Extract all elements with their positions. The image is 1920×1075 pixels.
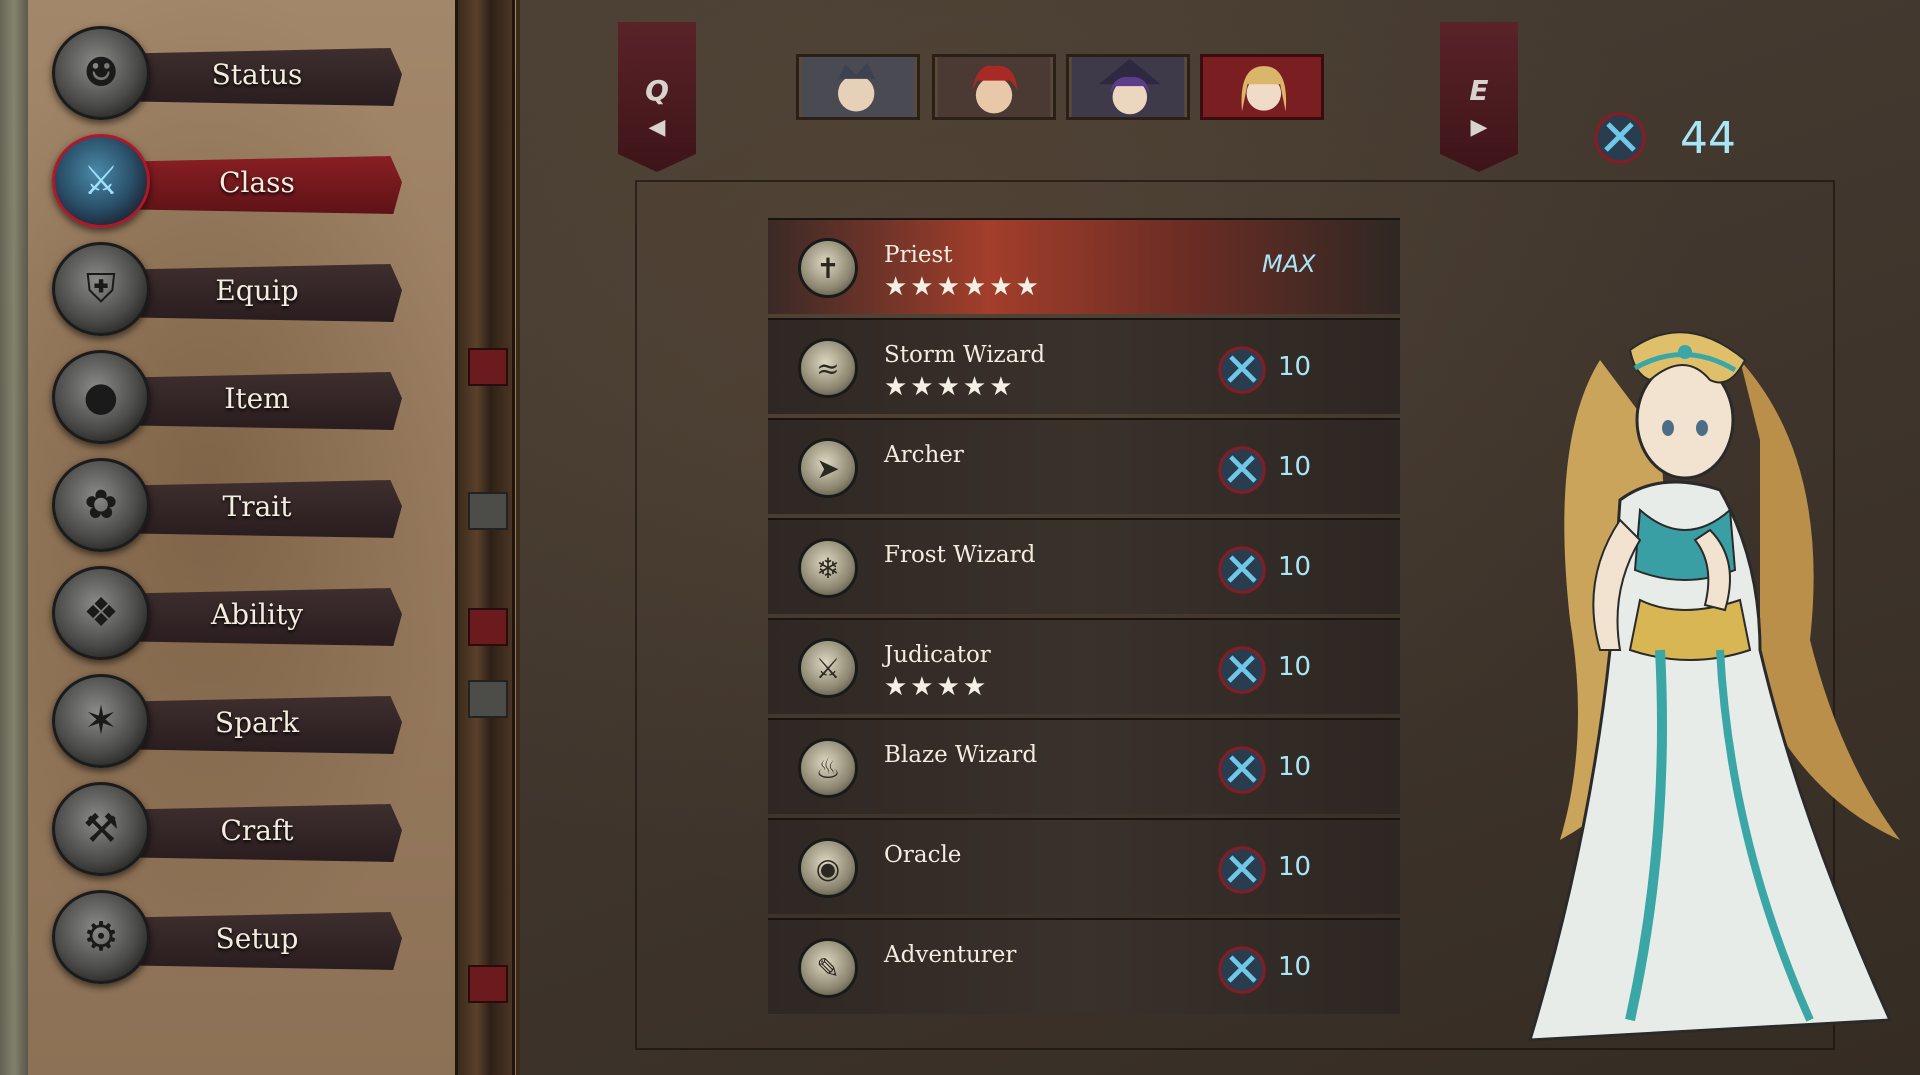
map-icon: ✎ xyxy=(798,938,858,998)
class-point-icon xyxy=(1218,946,1266,994)
menu-item-craft[interactable]: ⚒ Craft xyxy=(52,780,402,876)
class-cost: 10 xyxy=(1278,952,1312,982)
spine-bookmark xyxy=(468,608,508,646)
menu-item-status[interactable]: ☻ Status xyxy=(52,24,402,120)
class-row-oracle[interactable]: ◉ Oracle 10 xyxy=(768,818,1400,914)
menu-item-setup[interactable]: ⚙ Setup xyxy=(52,888,402,984)
e-key-hint: E xyxy=(1469,74,1489,107)
class-row-archer[interactable]: ➤ Archer 10 xyxy=(768,418,1400,514)
menu-item-item[interactable]: ● Item xyxy=(52,348,402,444)
menu-label: Equip xyxy=(215,274,299,307)
class-rank-stars: ★★★★ xyxy=(884,672,990,702)
next-character-button[interactable]: E ▶ xyxy=(1440,22,1518,172)
menu-label: Trait xyxy=(222,490,292,523)
pouch-icon: ● xyxy=(52,350,150,444)
class-cost: 10 xyxy=(1278,452,1312,482)
tangle-icon: ❖ xyxy=(52,566,150,660)
class-list: ✝ Priest ★★★★★★ MAX ≈ Storm Wizard ★★★★★… xyxy=(768,218,1400,1018)
class-name: Priest xyxy=(884,242,953,268)
class-point-icon xyxy=(1218,446,1266,494)
menu-label: Craft xyxy=(220,814,294,847)
class-point-icon xyxy=(1594,112,1646,164)
menu-label: Ability xyxy=(210,598,304,631)
class-point-icon xyxy=(1218,746,1266,794)
class-name: Archer xyxy=(884,442,964,468)
class-name: Blaze Wizard xyxy=(884,742,1038,768)
menu-item-trait[interactable]: ✿ Trait xyxy=(52,456,402,552)
menu-item-class[interactable]: ⚔ Class xyxy=(52,132,402,228)
gear-icon: ⚙ xyxy=(52,890,150,984)
party-portrait-4-selected[interactable] xyxy=(1200,54,1324,120)
spine-bookmark xyxy=(468,348,508,386)
rose-icon: ✿ xyxy=(52,458,150,552)
flame-icon: ♨ xyxy=(798,738,858,798)
arrow-left-icon: ◀ xyxy=(648,115,666,140)
gray-haired-hero-portrait-icon xyxy=(801,57,915,117)
book-spine xyxy=(455,0,515,1075)
class-cost: 10 xyxy=(1278,852,1312,882)
hammer-icon: ⚒ xyxy=(52,782,150,876)
party-portrait-2[interactable] xyxy=(932,54,1056,120)
menu-label: Status xyxy=(211,58,303,91)
spark-icon: ✶ xyxy=(52,674,150,768)
q-key-hint: Q xyxy=(645,74,669,107)
character-illustration xyxy=(1527,331,1900,1042)
class-rank-stars: ★★★★★ xyxy=(884,372,1016,402)
arrow-right-icon: ▶ xyxy=(1470,115,1488,140)
menu-label: Class xyxy=(219,166,295,199)
crossed-swords-icon: ⚔ xyxy=(52,134,150,228)
class-name: Judicator xyxy=(884,642,991,668)
class-name: Oracle xyxy=(884,842,962,868)
class-point-icon xyxy=(1218,846,1266,894)
menu-label: Spark xyxy=(214,706,300,739)
tornado-icon: ≈ xyxy=(798,338,858,398)
class-cost: 10 xyxy=(1278,552,1312,582)
class-cost: 10 xyxy=(1278,752,1312,782)
purple-haired-mage-portrait-icon xyxy=(1071,57,1185,117)
class-name: Adventurer xyxy=(884,942,1017,968)
silhouette-icon: ☻ xyxy=(52,26,150,120)
class-point-count: 44 xyxy=(1680,113,1736,164)
class-row-frost-wizard[interactable]: ❄ Frost Wizard 10 xyxy=(768,518,1400,614)
class-row-priest[interactable]: ✝ Priest ★★★★★★ MAX xyxy=(768,218,1400,314)
bow-icon: ➤ xyxy=(798,438,858,498)
class-name: Storm Wizard xyxy=(884,342,1046,368)
menu-item-ability[interactable]: ❖ Ability xyxy=(52,564,402,660)
snowflake-icon: ❄ xyxy=(798,538,858,598)
class-row-adventurer[interactable]: ✎ Adventurer 10 xyxy=(768,918,1400,1014)
armor-icon: ⛨ xyxy=(52,242,150,336)
class-row-judicator[interactable]: ⚔ Judicator ★★★★ 10 xyxy=(768,618,1400,714)
class-point-icon xyxy=(1218,346,1266,394)
menu-label: Item xyxy=(224,382,290,415)
class-point-icon xyxy=(1218,546,1266,594)
blonde-elf-portrait-icon xyxy=(1205,57,1319,117)
class-row-storm-wizard[interactable]: ≈ Storm Wizard ★★★★★ 10 xyxy=(768,318,1400,414)
menu-label: Setup xyxy=(215,922,299,955)
spine-bookmark xyxy=(468,680,508,718)
sword-shield-icon: ⚔ xyxy=(798,638,858,698)
class-rank-stars: ★★★★★★ xyxy=(884,272,1042,302)
class-max-badge: MAX xyxy=(1262,250,1316,278)
menu-item-equip[interactable]: ⛨ Equip xyxy=(52,240,402,336)
class-point-icon xyxy=(1218,646,1266,694)
spine-bookmark xyxy=(468,965,508,1003)
spine-bookmark xyxy=(468,492,508,530)
cross-icon: ✝ xyxy=(798,238,858,298)
prev-character-button[interactable]: Q ◀ xyxy=(618,22,696,172)
red-haired-fighter-portrait-icon xyxy=(937,57,1051,117)
menu-item-spark[interactable]: ✶ Spark xyxy=(52,672,402,768)
class-cost: 10 xyxy=(1278,652,1312,682)
party-portrait-3[interactable] xyxy=(1066,54,1190,120)
class-name: Frost Wizard xyxy=(884,542,1036,568)
class-row-blaze-wizard[interactable]: ♨ Blaze Wizard 10 xyxy=(768,718,1400,814)
class-cost: 10 xyxy=(1278,352,1312,382)
eye-icon: ◉ xyxy=(798,838,858,898)
party-portrait-1[interactable] xyxy=(796,54,920,120)
